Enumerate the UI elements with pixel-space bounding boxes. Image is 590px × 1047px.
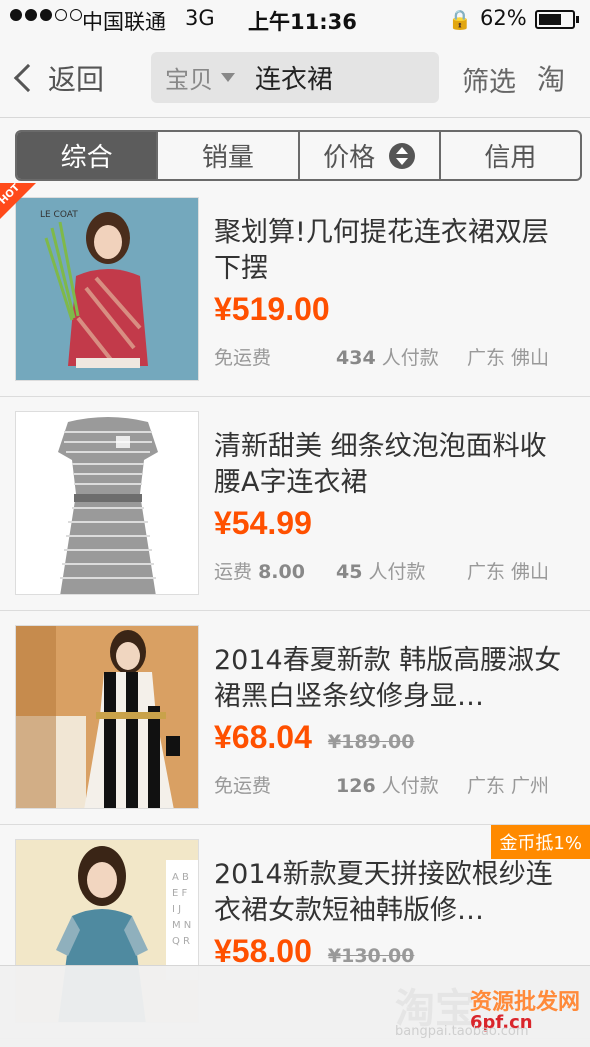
search-scope-label: 宝贝: [165, 66, 213, 94]
shipping-info: 免运费: [214, 775, 272, 797]
battery-percentage: 62%: [480, 6, 527, 30]
product-title: 2014春夏新款 韩版高腰淑女裙黑白竖条纹修身显…: [214, 645, 562, 712]
signal-strength-icon: [10, 9, 82, 21]
search-query: 连衣裙: [255, 65, 334, 95]
price-row: ¥68.04 ¥189.00: [214, 719, 414, 756]
filter-button[interactable]: 筛选: [462, 60, 516, 99]
product-price: ¥519.00: [214, 291, 330, 327]
product-item[interactable]: 清新甜美 细条纹泡泡面料收腰A字连衣裙 ¥54.99 运费 8.00 45 人付…: [0, 397, 590, 611]
original-price: ¥189.00: [327, 731, 415, 753]
seller-location: 广东 佛山: [467, 347, 550, 369]
thumbnail-brand-text: LE COAT: [40, 210, 78, 220]
price-row: ¥54.99: [214, 505, 312, 542]
network-type: 3G: [185, 6, 215, 30]
navigation-bar: 返回 宝贝 连衣裙 筛选 淘: [0, 40, 590, 118]
search-input[interactable]: 宝贝 连衣裙: [151, 52, 439, 103]
product-thumbnail: LE COAT: [15, 197, 199, 381]
coin-discount-badge: 金币抵1%: [491, 825, 590, 859]
rotation-lock-icon: 🔒: [448, 9, 472, 31]
tab-credit[interactable]: 信用: [441, 132, 580, 179]
clock: 上午11:36: [248, 10, 357, 34]
buyers-info: 45 人付款: [336, 561, 426, 583]
shipping-info: 免运费: [214, 347, 272, 369]
product-price: ¥68.04: [214, 719, 312, 755]
back-button[interactable]: 返回: [12, 56, 104, 100]
product-price: ¥54.99: [214, 505, 312, 541]
svg-text:I J: I J: [172, 904, 181, 915]
taobao-logo-icon[interactable]: 淘: [532, 62, 570, 98]
tab-price[interactable]: 价格: [300, 132, 441, 179]
status-bar: 中国联通 3G 上午11:36 🔒 62%: [0, 0, 590, 40]
carrier-name: 中国联通: [82, 10, 166, 34]
product-thumbnail: [15, 625, 199, 809]
back-label: 返回: [48, 63, 105, 96]
sort-toggle-icon: [389, 142, 416, 169]
price-row: ¥519.00: [214, 291, 330, 328]
svg-text:E F: E F: [172, 888, 187, 899]
svg-text:M N: M N: [172, 920, 191, 931]
shipping-info: 运费 8.00: [214, 561, 305, 583]
tab-sales[interactable]: 销量: [158, 132, 300, 179]
bottom-toolbar: 淘宝 资源批发网 6pf.cn bangpai.taobao.com: [0, 965, 590, 1047]
seller-location: 广东 广州: [467, 775, 550, 797]
product-title: 清新甜美 细条纹泡泡面料收腰A字连衣裙: [214, 431, 547, 498]
product-thumbnail: [15, 411, 199, 595]
tab-comprehensive[interactable]: 综合: [17, 132, 159, 179]
search-scope-dropdown[interactable]: 宝贝: [165, 60, 235, 95]
product-list: LE COAT HOT 聚划算!几何提花连衣裙双层下摆 ¥519.00 免运费 …: [0, 182, 590, 1039]
battery-icon: [535, 10, 579, 29]
product-title: 2014新款夏天拼接欧根纱连衣裙女款短袖韩版修…: [214, 859, 553, 926]
chevron-left-icon: [13, 63, 43, 93]
buyers-info: 126 人付款: [336, 775, 439, 797]
product-title: 聚划算!几何提花连衣裙双层下摆: [214, 217, 549, 284]
buyers-info: 434 人付款: [336, 347, 439, 369]
watermark-url: bangpai.taobao.com: [395, 1024, 529, 1039]
svg-text:Q R: Q R: [172, 936, 190, 947]
product-item[interactable]: 2014春夏新款 韩版高腰淑女裙黑白竖条纹修身显… ¥68.04 ¥189.00…: [0, 611, 590, 825]
original-price: ¥130.00: [327, 945, 415, 967]
seller-location: 广东 佛山: [467, 561, 550, 583]
caret-down-icon: [221, 73, 235, 82]
svg-text:A B: A B: [172, 872, 189, 883]
product-item[interactable]: LE COAT HOT 聚划算!几何提花连衣裙双层下摆 ¥519.00 免运费 …: [0, 182, 590, 397]
sort-tabs: 综合 销量 价格 信用: [15, 130, 582, 181]
